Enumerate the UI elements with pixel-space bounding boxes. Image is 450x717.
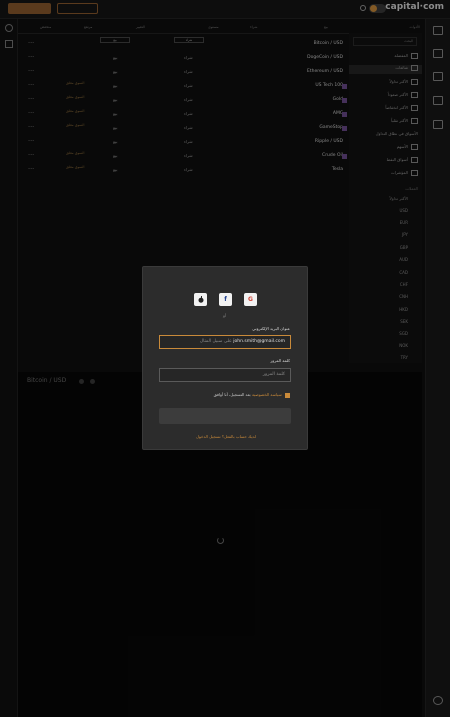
password-label: كلمة المرور <box>270 358 290 363</box>
privacy-policy-link[interactable]: سياسة الخصوصية <box>252 392 282 397</box>
signup-modal: f G أو عنوان البريد الإلكتروني على سبيل … <box>142 266 308 450</box>
google-signin-button[interactable]: G <box>244 293 257 306</box>
facebook-icon: f <box>224 296 227 303</box>
consent-checkbox[interactable] <box>285 392 290 398</box>
apple-icon <box>198 296 203 303</box>
email-example-prefix: على سبيل المثال <box>199 339 232 344</box>
password-placeholder: كلمة المرور <box>262 372 285 377</box>
apple-signin-button[interactable] <box>194 293 207 306</box>
email-label: عنوان البريد الإلكتروني <box>252 326 290 331</box>
consent-row: سياسة الخصوصية بعد التسجيل، أنا أوافق <box>214 392 290 398</box>
or-divider: أو <box>223 313 227 318</box>
facebook-signin-button[interactable]: f <box>219 293 232 306</box>
email-value: john.smith@gmail.com <box>233 339 285 344</box>
google-icon: G <box>248 296 253 303</box>
password-field[interactable]: كلمة المرور <box>159 368 291 382</box>
continue-button[interactable] <box>159 408 291 424</box>
login-link[interactable]: لديك حساب بالفعل؟ تسجيل الدخول <box>143 434 309 439</box>
consent-text: بعد التسجيل، أنا أوافق <box>213 392 251 397</box>
email-field[interactable]: على سبيل المثال john.smith@gmail.com <box>159 335 291 349</box>
